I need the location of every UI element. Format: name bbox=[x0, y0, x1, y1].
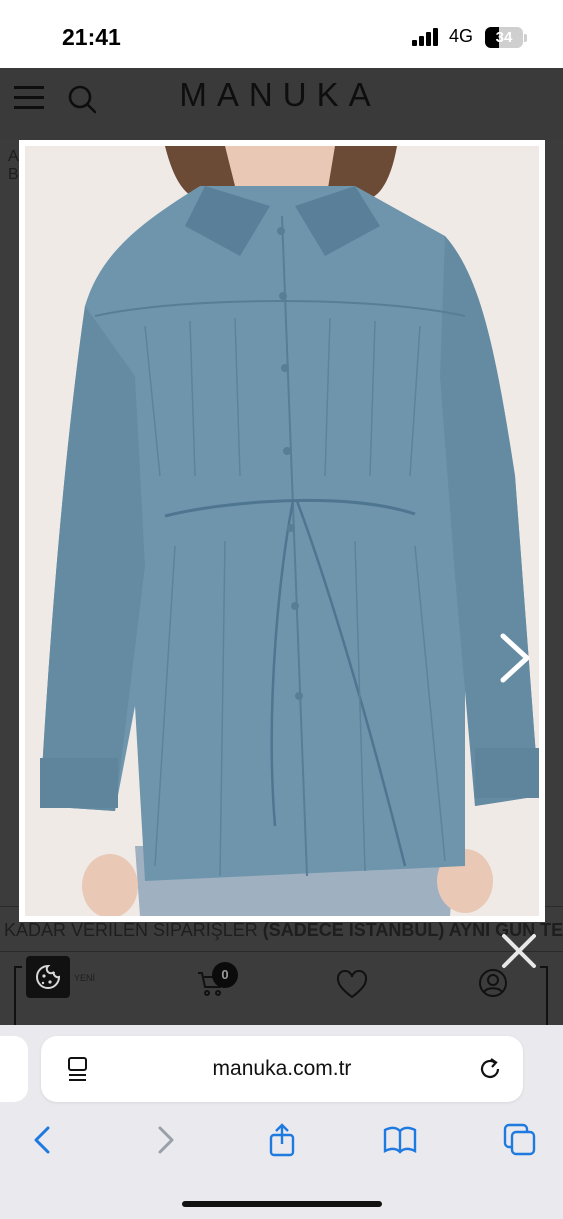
forward-icon[interactable] bbox=[148, 1123, 182, 1157]
bookmarks-icon[interactable] bbox=[383, 1123, 417, 1157]
site-header: MANUKA bbox=[0, 68, 563, 140]
chevron-right-icon[interactable] bbox=[489, 628, 539, 688]
search-icon[interactable] bbox=[67, 84, 97, 114]
user-icon[interactable] bbox=[478, 968, 508, 998]
background-text: B bbox=[8, 166, 19, 183]
product-image[interactable] bbox=[25, 146, 539, 916]
reload-icon[interactable] bbox=[477, 1056, 503, 1082]
home-indicator[interactable] bbox=[182, 1201, 382, 1207]
status-time: 21:41 bbox=[62, 24, 121, 50]
cookie-icon bbox=[36, 964, 61, 989]
tabs-icon[interactable] bbox=[503, 1123, 537, 1157]
close-icon[interactable] bbox=[500, 932, 538, 970]
site-bottom-nav: YENİ 0 bbox=[0, 952, 563, 1025]
nav-new-label[interactable]: YENİ bbox=[74, 973, 95, 983]
previous-tab-preview[interactable] bbox=[0, 1036, 28, 1102]
status-bar: 21:41 4G 34 bbox=[0, 0, 563, 68]
signal-icon bbox=[412, 28, 440, 46]
product-photo-drawing bbox=[25, 146, 539, 916]
marquee-text: KADAR VERİLEN SİPARİŞLER bbox=[4, 920, 263, 940]
background-text: A bbox=[8, 148, 19, 165]
battery-icon: 34 bbox=[485, 27, 523, 48]
cookie-settings-button[interactable] bbox=[26, 956, 70, 998]
browser-toolbar: manuka.com.tr bbox=[0, 1025, 563, 1219]
url-text: manuka.com.tr bbox=[212, 1057, 352, 1080]
battery-level: 34 bbox=[495, 29, 513, 46]
address-bar[interactable]: manuka.com.tr bbox=[41, 1036, 523, 1102]
network-type: 4G bbox=[449, 26, 474, 46]
menu-icon[interactable] bbox=[14, 86, 44, 110]
back-icon[interactable] bbox=[26, 1123, 60, 1157]
heart-icon[interactable] bbox=[336, 970, 368, 1000]
cart-count-badge: 0 bbox=[212, 962, 238, 988]
share-icon[interactable] bbox=[265, 1123, 299, 1157]
brand-logo[interactable]: MANUKA bbox=[150, 76, 410, 114]
image-lightbox bbox=[19, 140, 545, 922]
